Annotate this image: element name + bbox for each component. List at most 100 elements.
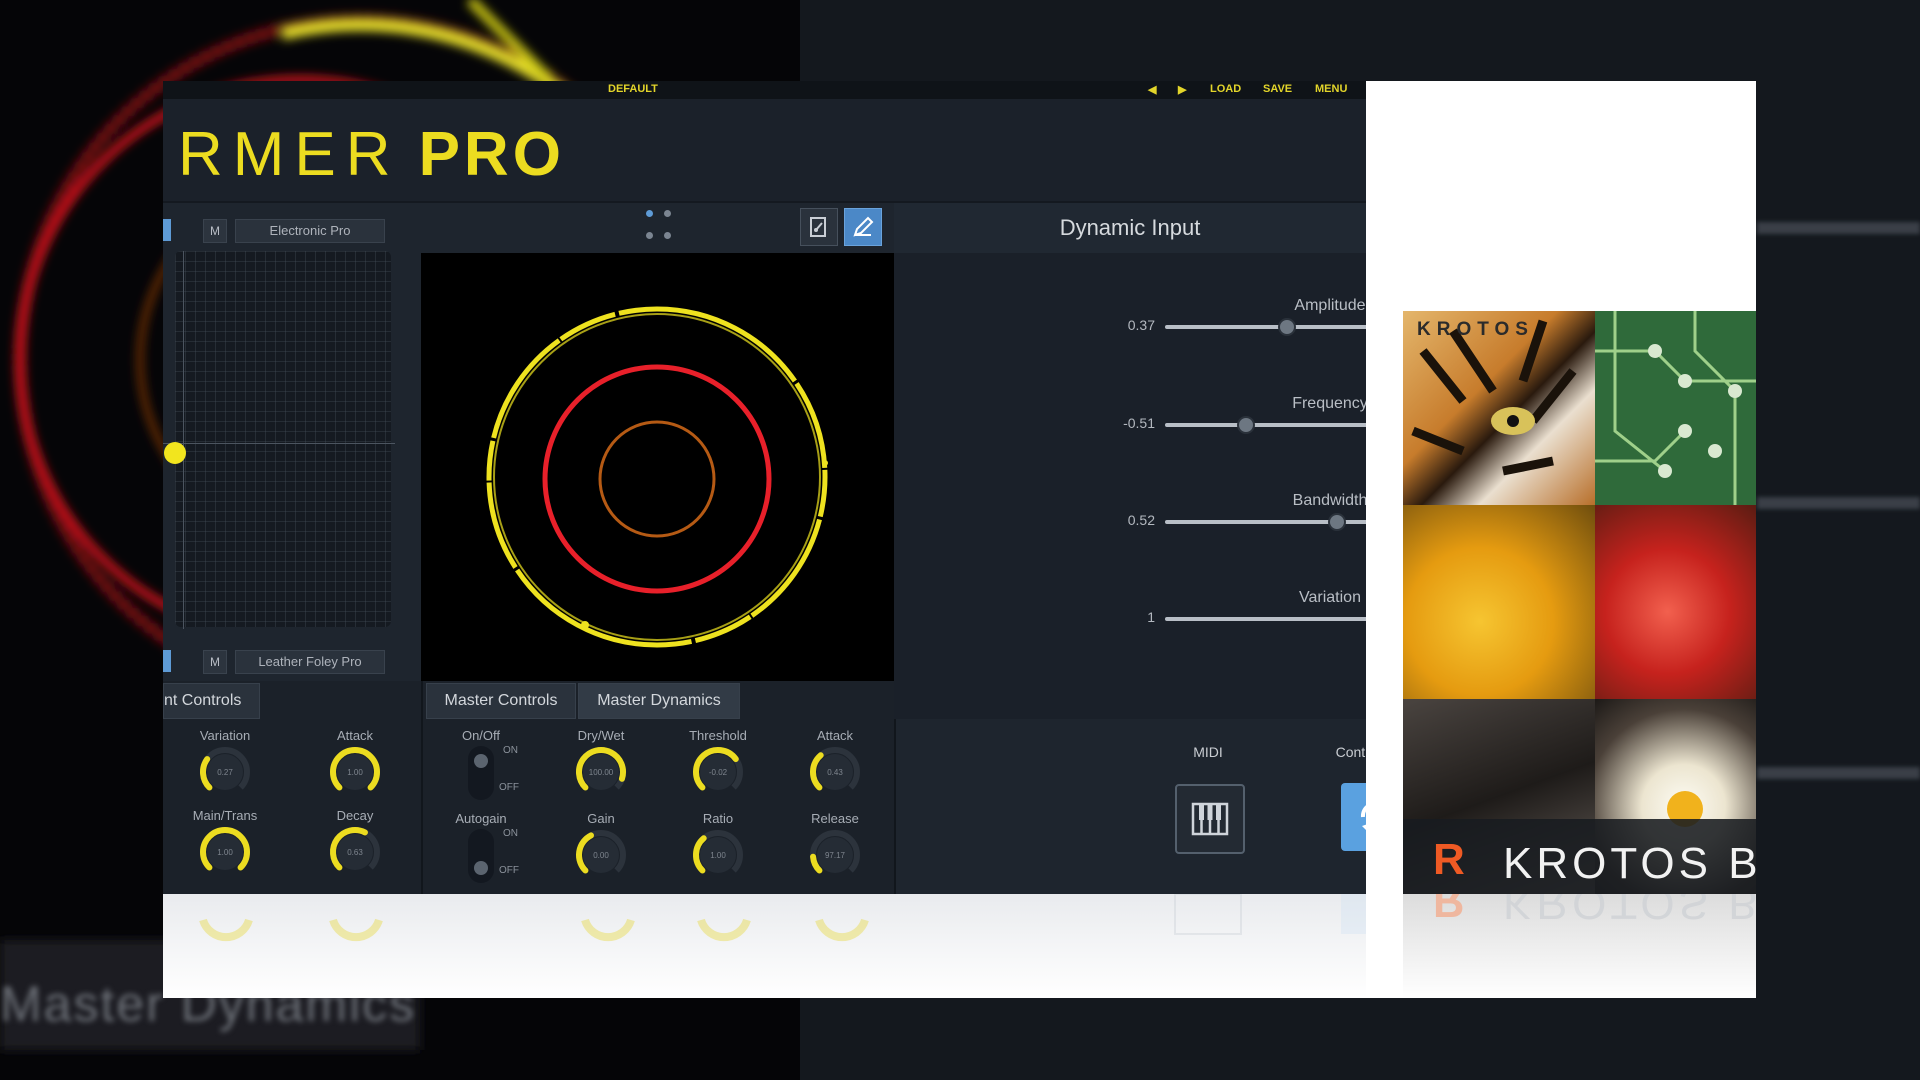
middle-ring: [542, 364, 772, 594]
next-preset-icon[interactable]: ▶: [1178, 83, 1186, 96]
param-slider-thumb[interactable]: [1327, 513, 1346, 531]
top-bar: DEFAULT ◀ ▶ LOAD SAVE MENU: [163, 81, 1366, 99]
decay-label: Decay: [336, 808, 374, 823]
slot-top-mute-button[interactable]: M: [203, 219, 227, 243]
ratio-value: 1.00: [710, 851, 726, 860]
autogain-on-label: ON: [503, 828, 518, 839]
controls-divider: [421, 681, 423, 894]
autogain-toggle[interactable]: [468, 829, 494, 883]
menu-button[interactable]: MENU: [1315, 83, 1347, 95]
param-value-frequency: -0.51: [1123, 415, 1155, 431]
midi-button[interactable]: [1175, 784, 1245, 854]
param-value-bandwidth: 0.52: [1127, 512, 1155, 528]
outer-ring: [486, 306, 828, 648]
gain-label: Gain: [587, 811, 615, 826]
slot-top-name[interactable]: Electronic Pro: [235, 219, 385, 243]
toggle-knob: [474, 861, 488, 875]
threshold-label: Threshold: [689, 728, 747, 743]
main-trans-label: Main/Trans: [192, 808, 258, 823]
param-label-frequency: Frequency: [1292, 395, 1366, 412]
continuous-label: Continuous: [1335, 744, 1366, 760]
save-button[interactable]: SAVE: [1263, 83, 1292, 95]
tab-master-controls[interactable]: Master Controls: [426, 683, 576, 719]
xy-pad-h-line: [163, 443, 395, 444]
param-label-variation: Variation: [1299, 589, 1361, 606]
circuit-tile: [1595, 311, 1756, 505]
decay-knob[interactable]: 0.63: [327, 824, 383, 880]
onoff-off-label: OFF: [499, 782, 519, 793]
title-main: RMER: [178, 120, 401, 189]
main-trans-knob[interactable]: 1.00: [197, 824, 253, 880]
squash-tile: [1403, 505, 1595, 699]
onoff-on-label: ON: [503, 745, 518, 756]
autogain-off-label: OFF: [499, 865, 519, 876]
xy-pad-handle[interactable]: [164, 442, 186, 464]
plugin-window: DEFAULT ◀ ▶ LOAD SAVE MENU RMER PRO M Ele…: [163, 81, 1366, 894]
dry-wet-value: 100.00: [589, 768, 614, 777]
page-dot[interactable]: [646, 210, 653, 217]
dynamic-input-header: Dynamic Input: [894, 203, 1366, 253]
tab-master-dynamics[interactable]: Master Dynamics: [578, 683, 740, 719]
continuous-button[interactable]: [1341, 783, 1366, 851]
ratio-knob[interactable]: 1.00: [690, 827, 746, 883]
edit-shape-icon: [810, 217, 826, 237]
toggle-knob: [474, 754, 488, 768]
krotos-brand-top: KROTOS: [1417, 319, 1534, 340]
ring-spark: [581, 621, 589, 629]
page-dot[interactable]: [664, 210, 671, 217]
dry-wet-knob[interactable]: 100.00: [573, 744, 629, 800]
pen-tool-button[interactable]: [844, 208, 882, 246]
decay-value: 0.63: [347, 848, 363, 857]
gain-knob[interactable]: 0.00: [573, 827, 629, 883]
release-value: 97.17: [825, 851, 846, 860]
title-suffix: PRO: [418, 120, 565, 189]
xy-pad[interactable]: [175, 251, 391, 627]
param-slider-amplitude[interactable]: [1165, 325, 1366, 329]
page-dot[interactable]: [664, 232, 671, 239]
release-knob[interactable]: 97.17: [807, 827, 863, 883]
midi-label: MIDI: [1193, 744, 1223, 760]
prev-preset-icon[interactable]: ◀: [1148, 83, 1156, 96]
xy-pad-v-line: [183, 251, 184, 629]
threshold-value: -0.02: [709, 768, 728, 777]
attack-value: 1.00: [347, 768, 363, 777]
param-value-variation: 1: [1147, 609, 1155, 625]
dry-wet-label: Dry/Wet: [577, 728, 625, 743]
slot-bottom-name[interactable]: Leather Foley Pro: [235, 650, 385, 674]
variation-knob[interactable]: 0.27: [197, 744, 253, 800]
edit-shape-button[interactable]: [800, 208, 838, 246]
piano-keys-icon: [1191, 802, 1229, 836]
preset-name[interactable]: DEFAULT: [608, 83, 658, 95]
variation-label: Variation: [199, 728, 251, 743]
krotos-logo: R: [1433, 835, 1465, 884]
sound-visualizer: [421, 253, 894, 681]
master-attack-value: 0.43: [827, 768, 843, 777]
variation-value: 0.27: [217, 768, 233, 777]
slot-bottom-mute-button[interactable]: M: [203, 650, 227, 674]
master-attack-knob[interactable]: 0.43: [807, 744, 863, 800]
attack-knob[interactable]: 1.00: [327, 744, 383, 800]
apple-tile: [1595, 505, 1756, 699]
param-slider-variation[interactable]: [1165, 617, 1366, 621]
autogain-label: Autogain: [455, 811, 507, 826]
param-label-bandwidth: Bandwidth: [1292, 492, 1366, 509]
onoff-label: On/Off: [461, 728, 501, 743]
tab-element-controls[interactable]: nt Controls: [163, 683, 260, 719]
slot-top-indicator: [163, 219, 171, 241]
krotos-banner-text: KROTOS BU: [1503, 839, 1756, 888]
onoff-toggle[interactable]: [468, 746, 494, 800]
refresh-icon: [1360, 805, 1366, 830]
param-slider-frequency[interactable]: [1165, 423, 1366, 427]
param-value-amplitude: 0.37: [1127, 317, 1155, 333]
param-slider-thumb[interactable]: [1236, 416, 1255, 434]
threshold-knob[interactable]: -0.02: [690, 744, 746, 800]
master-attack-label: Attack: [816, 728, 854, 743]
ring-spark: [822, 460, 828, 466]
load-button[interactable]: LOAD: [1210, 83, 1241, 95]
page-dot[interactable]: [646, 232, 653, 239]
param-label-amplitude: Amplitude: [1294, 297, 1366, 314]
param-slider-thumb[interactable]: [1278, 318, 1297, 336]
input-mode-panel: [894, 719, 1366, 894]
slot-bottom-indicator: [163, 650, 171, 672]
krotos-reflection: R KROTOS BU: [1403, 894, 1756, 998]
